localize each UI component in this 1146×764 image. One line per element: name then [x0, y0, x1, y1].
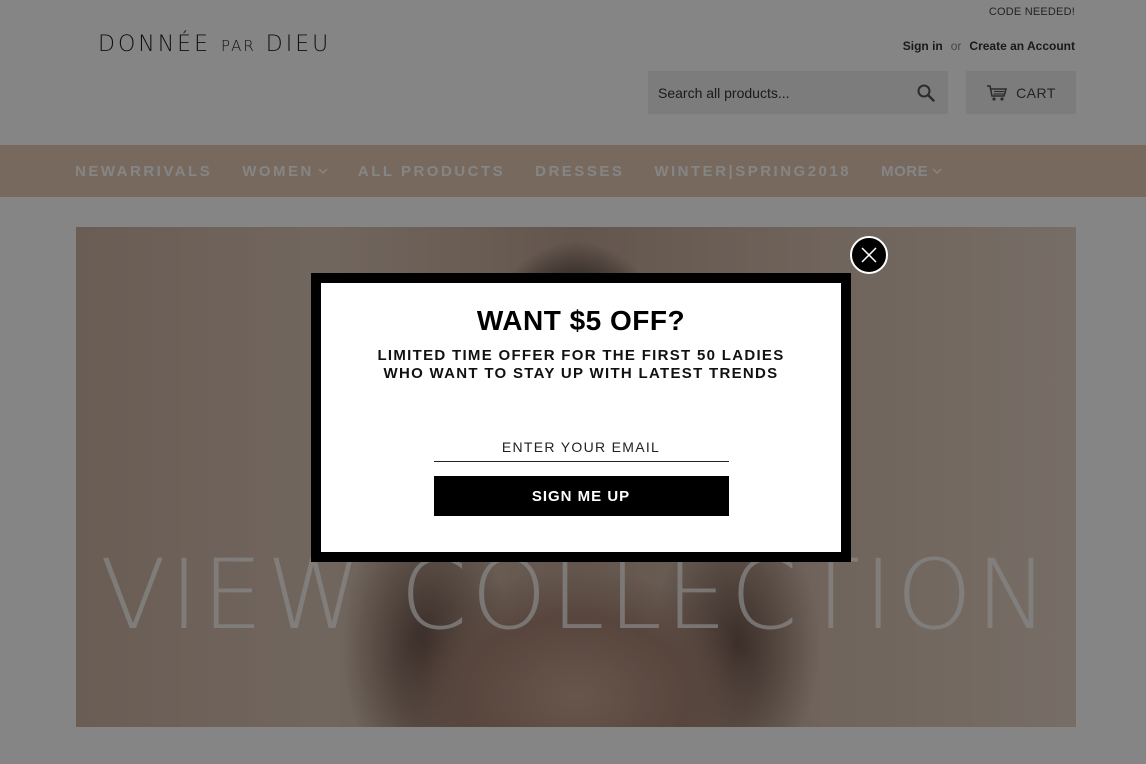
close-icon — [861, 247, 877, 263]
sign-me-up-button[interactable]: SIGN ME UP — [433, 476, 729, 516]
email-field[interactable] — [433, 435, 729, 462]
popup-title: WANT $5 OFF? — [476, 305, 686, 336]
popup-subtitle: LIMITED TIME OFFER FOR THE FIRST 50 LADI… — [361, 347, 801, 383]
close-popup-button[interactable] — [850, 236, 888, 274]
popup-frame: WANT $5 OFF? LIMITED TIME OFFER FOR THE … — [311, 273, 851, 562]
popup: WANT $5 OFF? LIMITED TIME OFFER FOR THE … — [321, 283, 841, 552]
popup-subtitle-line2: WHO WANT TO STAY UP WITH LATEST TRENDS — [383, 365, 779, 382]
popup-subtitle-line1: LIMITED TIME OFFER FOR THE FIRST 50 LADI… — [377, 347, 785, 364]
